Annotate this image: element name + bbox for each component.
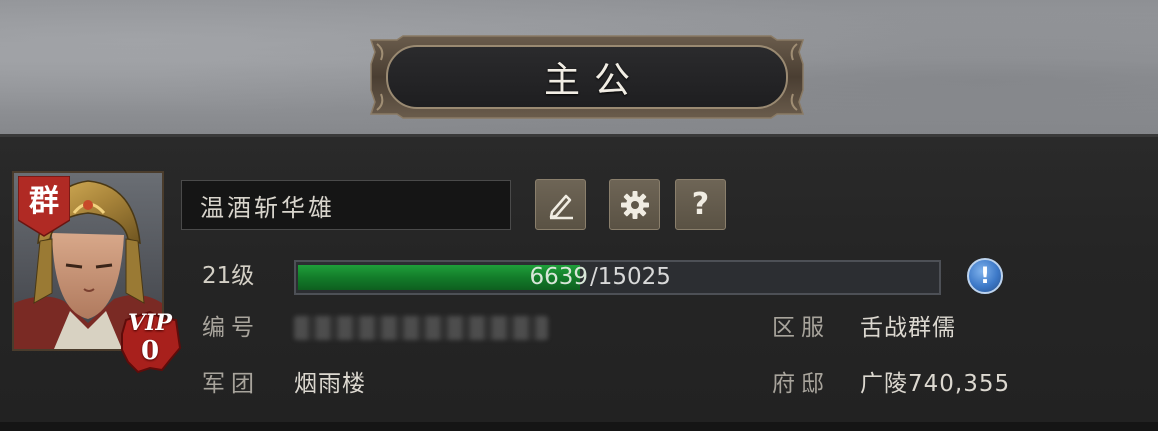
exp-progress-bar: 6639 /15025 — [294, 260, 941, 295]
legion-value: 烟雨楼 — [294, 371, 366, 397]
help-button[interactable]: ? — [675, 179, 726, 230]
server-label: 区服 — [772, 315, 830, 341]
settings-button[interactable] — [609, 179, 660, 230]
exp-max: /15025 — [590, 264, 671, 290]
player-id-redacted — [294, 316, 548, 340]
panel-bottom-edge — [0, 422, 1158, 431]
pencil-icon — [549, 194, 573, 219]
server-value: 舌战群儒 — [860, 315, 956, 341]
page-title: 主公 — [543, 60, 644, 101]
vip-level: 0 — [140, 336, 160, 366]
player-level: 21级 — [202, 263, 255, 289]
edit-name-button[interactable] — [535, 179, 586, 230]
exp-progress-text: 6639 /15025 — [296, 262, 939, 293]
id-label: 编号 — [202, 315, 260, 341]
exp-info-button[interactable]: ! — [967, 258, 1003, 294]
faction-label: 群 — [29, 184, 59, 219]
vip-label: VIP — [128, 310, 172, 336]
player-name: 温酒斩华雄 — [181, 180, 511, 230]
title-banner: 主公 — [367, 34, 807, 120]
exp-current: 6639 — [529, 264, 588, 290]
gear-icon — [620, 190, 649, 219]
mansion-label: 府邸 — [772, 371, 830, 397]
player-profile-screen: 主公 群 VIP 0 温酒斩华雄 ? 21级 6639 /15025 ! 编号 … — [0, 0, 1158, 431]
mansion-value: 广陵740,355 — [860, 371, 1011, 397]
question-icon: ? — [691, 187, 710, 222]
legion-label: 军团 — [202, 371, 260, 397]
exclamation-icon: ! — [979, 263, 991, 289]
